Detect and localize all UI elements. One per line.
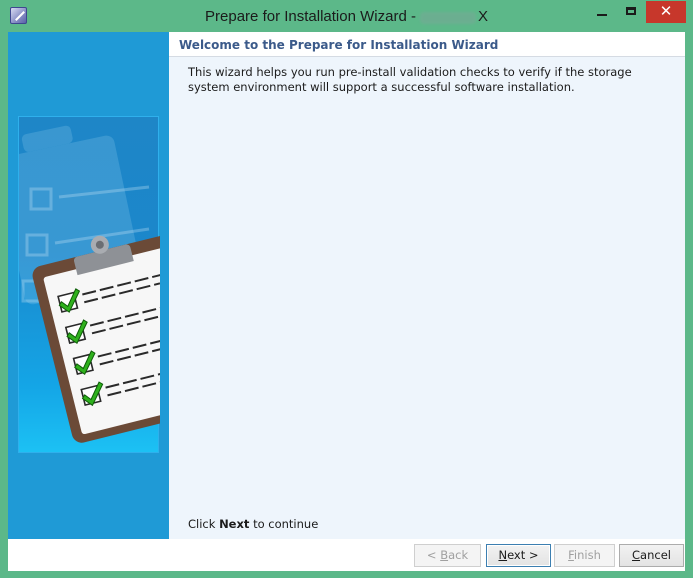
clipboard-checklist-icon bbox=[8, 125, 169, 443]
back-button-label: ack bbox=[448, 548, 469, 562]
back-button-prefix: < bbox=[426, 548, 441, 562]
finish-button[interactable]: Finish bbox=[554, 544, 615, 567]
close-button[interactable]: ✕ bbox=[646, 1, 686, 23]
page-title: Welcome to the Prepare for Installation … bbox=[179, 38, 499, 52]
cancel-button-mnemonic: C bbox=[632, 548, 641, 562]
finish-button-label: inish bbox=[573, 548, 601, 562]
minimize-button[interactable] bbox=[584, 1, 620, 23]
close-icon: ✕ bbox=[659, 2, 673, 20]
wizard-content: Welcome to the Prepare for Installation … bbox=[169, 32, 685, 539]
back-button[interactable]: < Back bbox=[414, 544, 481, 567]
continue-hint-suffix: to continue bbox=[253, 517, 319, 531]
wizard-header: Welcome to the Prepare for Installation … bbox=[169, 32, 685, 57]
maximize-button[interactable] bbox=[618, 1, 646, 23]
window-title-suffix: X bbox=[477, 8, 488, 25]
clipboard-checklist-illustration bbox=[8, 116, 169, 453]
back-button-mnemonic: B bbox=[440, 548, 449, 562]
cancel-button-label: ancel bbox=[640, 548, 671, 562]
redacted-title-part bbox=[419, 11, 476, 24]
wizard-client-area: Welcome to the Prepare for Installation … bbox=[8, 32, 685, 571]
side-panel bbox=[8, 32, 169, 539]
continue-hint-prefix: Click bbox=[188, 517, 216, 531]
continue-hint-next: Next bbox=[219, 517, 250, 531]
next-button-label: ext > bbox=[507, 548, 539, 562]
window-title-text: Prepare for Installation Wizard - bbox=[205, 8, 416, 25]
next-button-mnemonic: N bbox=[498, 548, 508, 562]
continue-hint: Click Next to continue bbox=[188, 517, 318, 531]
next-button[interactable]: Next > bbox=[486, 544, 551, 567]
wizard-description: This wizard helps you run pre-install va… bbox=[188, 65, 632, 94]
button-bar: < Back Next > Finish Cancel bbox=[8, 539, 685, 571]
wizard-window: Prepare for Installation Wizard - X ✕ Wel… bbox=[0, 0, 693, 578]
cancel-button[interactable]: Cancel bbox=[619, 544, 684, 567]
title-bar[interactable]: Prepare for Installation Wizard - X ✕ bbox=[0, 0, 693, 32]
